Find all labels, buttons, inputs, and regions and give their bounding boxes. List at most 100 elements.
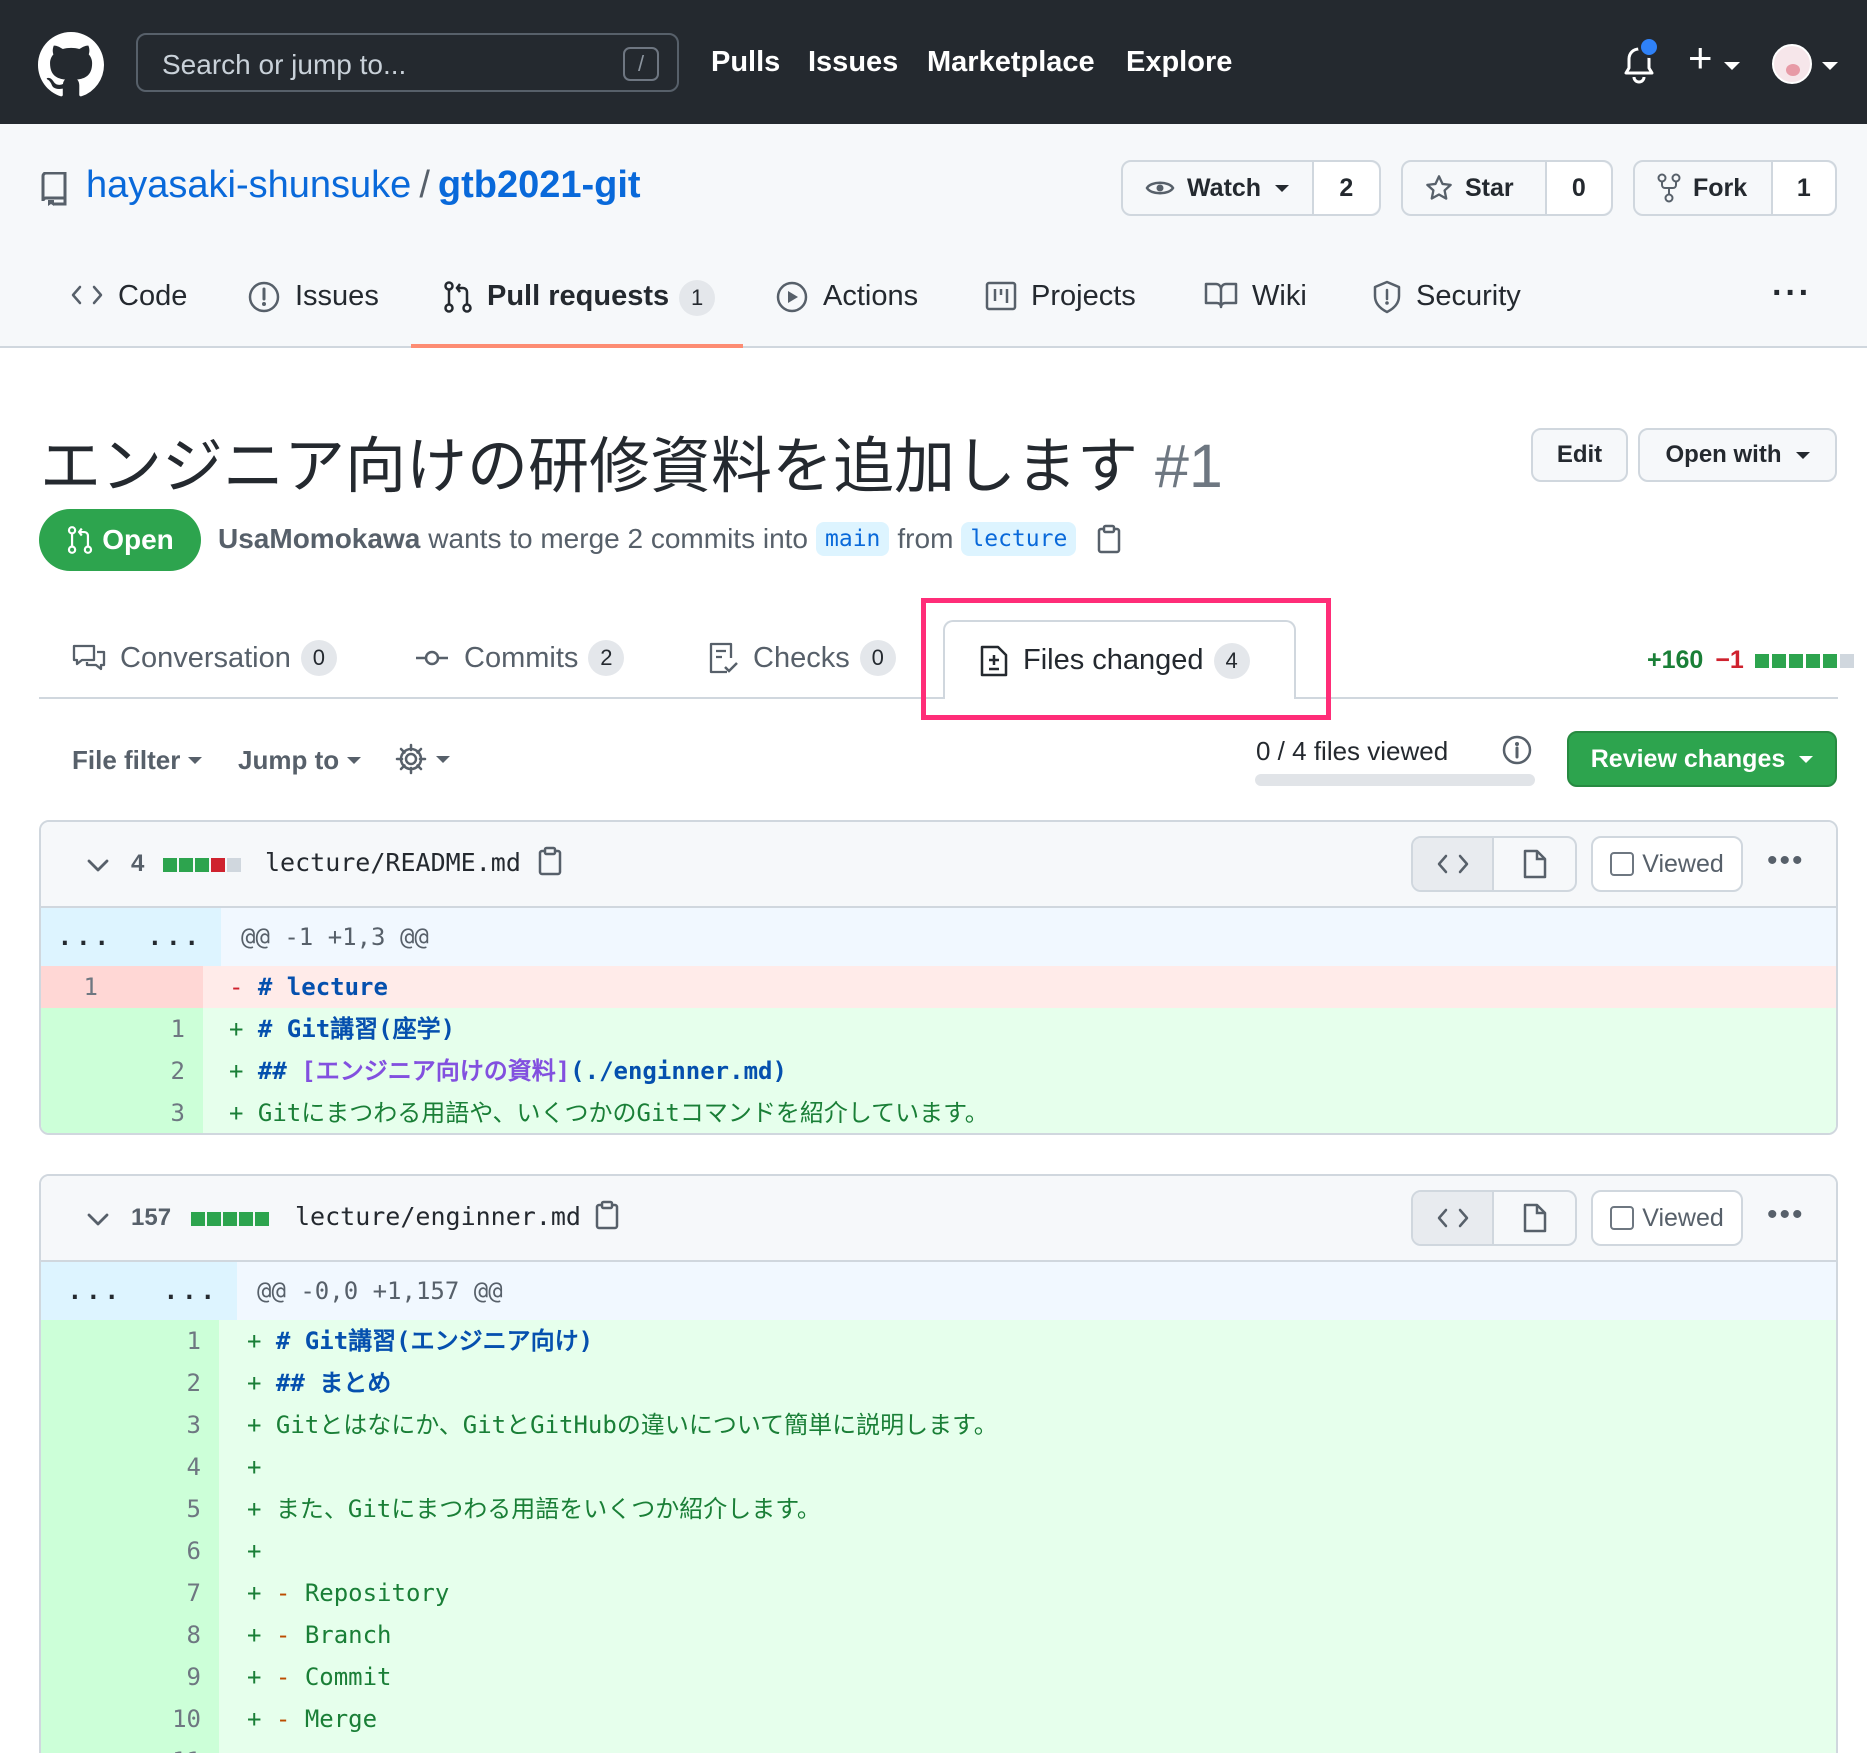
- new-line-number[interactable]: 1: [121, 1320, 219, 1362]
- star-count[interactable]: 0: [1546, 162, 1611, 214]
- old-line-number[interactable]: [41, 1572, 121, 1614]
- nav-pulls[interactable]: Pulls: [711, 46, 780, 79]
- pr-author-link[interactable]: UsaMomokawa: [218, 523, 420, 555]
- jump-to-button[interactable]: Jump to: [238, 745, 362, 776]
- diff-settings-button[interactable]: [394, 742, 450, 776]
- old-line-number[interactable]: [41, 1698, 121, 1740]
- viewed-checkbox[interactable]: Viewed: [1591, 1190, 1743, 1246]
- repo-name-link[interactable]: gtb2021-git: [438, 164, 641, 206]
- tab-conversation[interactable]: Conversation 0: [72, 640, 337, 676]
- diff-code: + Gitとはなにか、GitとGitHubの違いについて簡単に説明します。: [219, 1404, 1836, 1446]
- expand-up-button[interactable]: ...: [41, 908, 131, 966]
- new-line-number[interactable]: 9: [121, 1656, 219, 1698]
- watch-button-group: Watch 2: [1121, 160, 1381, 216]
- nav-issues[interactable]: Issues: [808, 46, 898, 79]
- old-line-number[interactable]: [41, 1050, 116, 1092]
- file-options-kebab-icon[interactable]: •••: [1767, 1198, 1805, 1232]
- old-line-number[interactable]: [41, 1008, 116, 1050]
- old-line-number[interactable]: [41, 1362, 121, 1404]
- old-line-number[interactable]: [41, 1740, 121, 1753]
- old-line-number[interactable]: [41, 1092, 116, 1133]
- file-change-count: 4: [131, 850, 145, 877]
- copy-path-icon[interactable]: [594, 1200, 620, 1230]
- file-options-kebab-icon[interactable]: •••: [1767, 844, 1805, 878]
- copy-icon[interactable]: [1096, 524, 1122, 554]
- chevron-down-icon[interactable]: [85, 852, 111, 878]
- new-line-number[interactable]: 11: [121, 1740, 219, 1753]
- viewed-checkbox[interactable]: Viewed: [1591, 836, 1743, 892]
- old-line-number[interactable]: [41, 1404, 121, 1446]
- more-tabs-icon[interactable]: ···: [1772, 274, 1812, 342]
- rich-diff-button[interactable]: [1494, 838, 1575, 890]
- rich-diff-button[interactable]: [1494, 1192, 1575, 1244]
- tab-checks[interactable]: Checks 0: [707, 640, 896, 676]
- file-filter-caret-icon: [188, 757, 203, 764]
- diff-code: + Gitにまつわる用語や、いくつかのGitコマンドを紹介しています。: [203, 1092, 1836, 1133]
- review-changes-caret-icon: [1799, 755, 1814, 763]
- tab-issues[interactable]: Issues: [247, 280, 379, 348]
- viewed-label: Viewed: [1642, 1203, 1724, 1232]
- new-line-number[interactable]: 7: [121, 1572, 219, 1614]
- new-line-number[interactable]: 5: [121, 1488, 219, 1530]
- expand-down-button[interactable]: ...: [141, 1262, 237, 1320]
- old-line-number[interactable]: 1: [41, 966, 116, 1008]
- user-avatar[interactable]: [1772, 44, 1812, 84]
- expand-up-button[interactable]: ...: [41, 1262, 141, 1320]
- new-line-number[interactable]: 2: [121, 1362, 219, 1404]
- chevron-down-icon[interactable]: [85, 1206, 111, 1232]
- new-line-number[interactable]: 4: [121, 1446, 219, 1488]
- tab-actions[interactable]: Actions: [775, 280, 918, 348]
- source-diff-button[interactable]: [1413, 838, 1494, 890]
- old-line-number[interactable]: [41, 1320, 121, 1362]
- copy-path-icon[interactable]: [537, 846, 563, 876]
- viewed-checkbox-box: [1610, 852, 1635, 876]
- nav-marketplace[interactable]: Marketplace: [927, 46, 1095, 79]
- old-line-number[interactable]: [41, 1488, 121, 1530]
- nav-explore[interactable]: Explore: [1126, 46, 1232, 79]
- github-logo-icon[interactable]: [38, 32, 104, 98]
- create-dropdown-caret-icon[interactable]: [1724, 62, 1740, 70]
- file-path-link[interactable]: lecture/README.md: [265, 848, 521, 877]
- old-line-number[interactable]: [41, 1614, 121, 1656]
- watch-count[interactable]: 2: [1313, 162, 1379, 214]
- tab-pull-requests[interactable]: Pull requests 1: [443, 280, 716, 348]
- eye-icon: [1145, 181, 1175, 195]
- info-icon[interactable]: [1501, 734, 1533, 766]
- new-line-number[interactable]: 3: [116, 1092, 203, 1133]
- file-filter-button[interactable]: File filter: [72, 745, 203, 776]
- source-diff-button[interactable]: [1413, 1192, 1494, 1244]
- old-line-number[interactable]: [41, 1656, 121, 1698]
- new-line-number[interactable]: 2: [116, 1050, 203, 1092]
- head-branch[interactable]: lecture: [961, 522, 1077, 556]
- new-line-number[interactable]: 10: [121, 1698, 219, 1740]
- fork-button[interactable]: Fork: [1635, 162, 1773, 214]
- diff-code: +: [219, 1446, 1836, 1488]
- tab-wiki[interactable]: Wiki: [1204, 280, 1307, 348]
- expand-down-button[interactable]: ...: [131, 908, 221, 966]
- new-line-number[interactable]: 3: [121, 1404, 219, 1446]
- new-line-number[interactable]: 8: [121, 1614, 219, 1656]
- star-button[interactable]: Star: [1403, 162, 1547, 214]
- tab-commits[interactable]: Commits 2: [414, 640, 625, 676]
- review-changes-button[interactable]: Review changes: [1567, 731, 1837, 787]
- tab-security[interactable]: Security: [1372, 280, 1521, 348]
- open-with-button[interactable]: Open with: [1638, 428, 1837, 482]
- fork-icon: [1657, 173, 1681, 203]
- new-line-number[interactable]: 1: [116, 1008, 203, 1050]
- tab-projects[interactable]: Projects: [985, 280, 1136, 348]
- watch-button[interactable]: Watch: [1123, 162, 1314, 214]
- file-path-link[interactable]: lecture/enginner.md: [295, 1202, 581, 1231]
- fork-count[interactable]: 1: [1772, 162, 1835, 214]
- edit-button[interactable]: Edit: [1531, 428, 1628, 482]
- repo-owner-link[interactable]: hayasaki-shunsuke: [86, 164, 411, 206]
- new-line-number[interactable]: 6: [121, 1530, 219, 1572]
- search-input[interactable]: Search or jump to... /: [136, 33, 679, 92]
- tab-code[interactable]: Code: [70, 280, 187, 348]
- user-menu-caret-icon[interactable]: [1822, 62, 1838, 70]
- new-line-number[interactable]: [116, 966, 203, 1008]
- base-branch[interactable]: main: [816, 522, 890, 556]
- diff-line-added: 11: [41, 1740, 1836, 1753]
- old-line-number[interactable]: [41, 1530, 121, 1572]
- old-line-number[interactable]: [41, 1446, 121, 1488]
- create-new-icon[interactable]: +: [1688, 34, 1713, 82]
